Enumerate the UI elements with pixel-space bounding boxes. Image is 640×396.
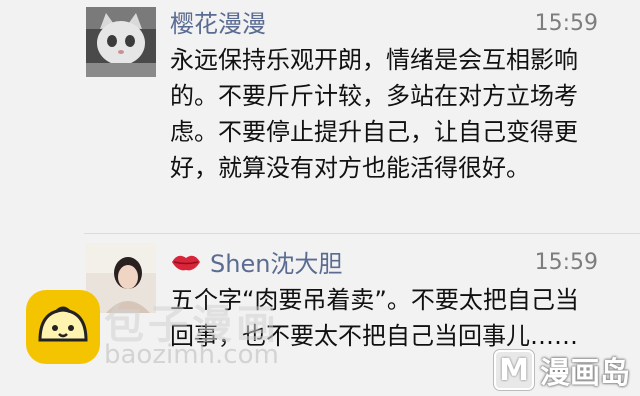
message-time: 15:59	[534, 250, 598, 275]
message-text: 永远保持乐观开朗，情绪是会互相影响的。不要斤斤计较，多站在对方立场考虑。不要停止…	[170, 46, 578, 182]
message-time: 15:59	[534, 11, 598, 36]
corner-watermark-text: 漫画岛	[540, 356, 630, 391]
sender-name[interactable]: Shen沈大胆	[170, 244, 342, 279]
m-logo-icon: M	[494, 350, 534, 390]
lips-icon	[172, 255, 200, 270]
corner-watermark: M 漫画岛	[494, 348, 630, 392]
chat-message: 樱花漫漫 15:59 永远保持乐观开朗，情绪是会互相影响的。不要斤斤计较，多站在…	[0, 0, 640, 233]
sender-name-text: Shen沈大胆	[210, 250, 343, 278]
cat-avatar[interactable]	[86, 7, 156, 77]
watermark-url: baozimh.com	[104, 340, 279, 370]
sender-name[interactable]: 樱花漫漫	[170, 4, 266, 39]
bun-logo-icon	[26, 290, 100, 364]
divider	[84, 233, 640, 234]
